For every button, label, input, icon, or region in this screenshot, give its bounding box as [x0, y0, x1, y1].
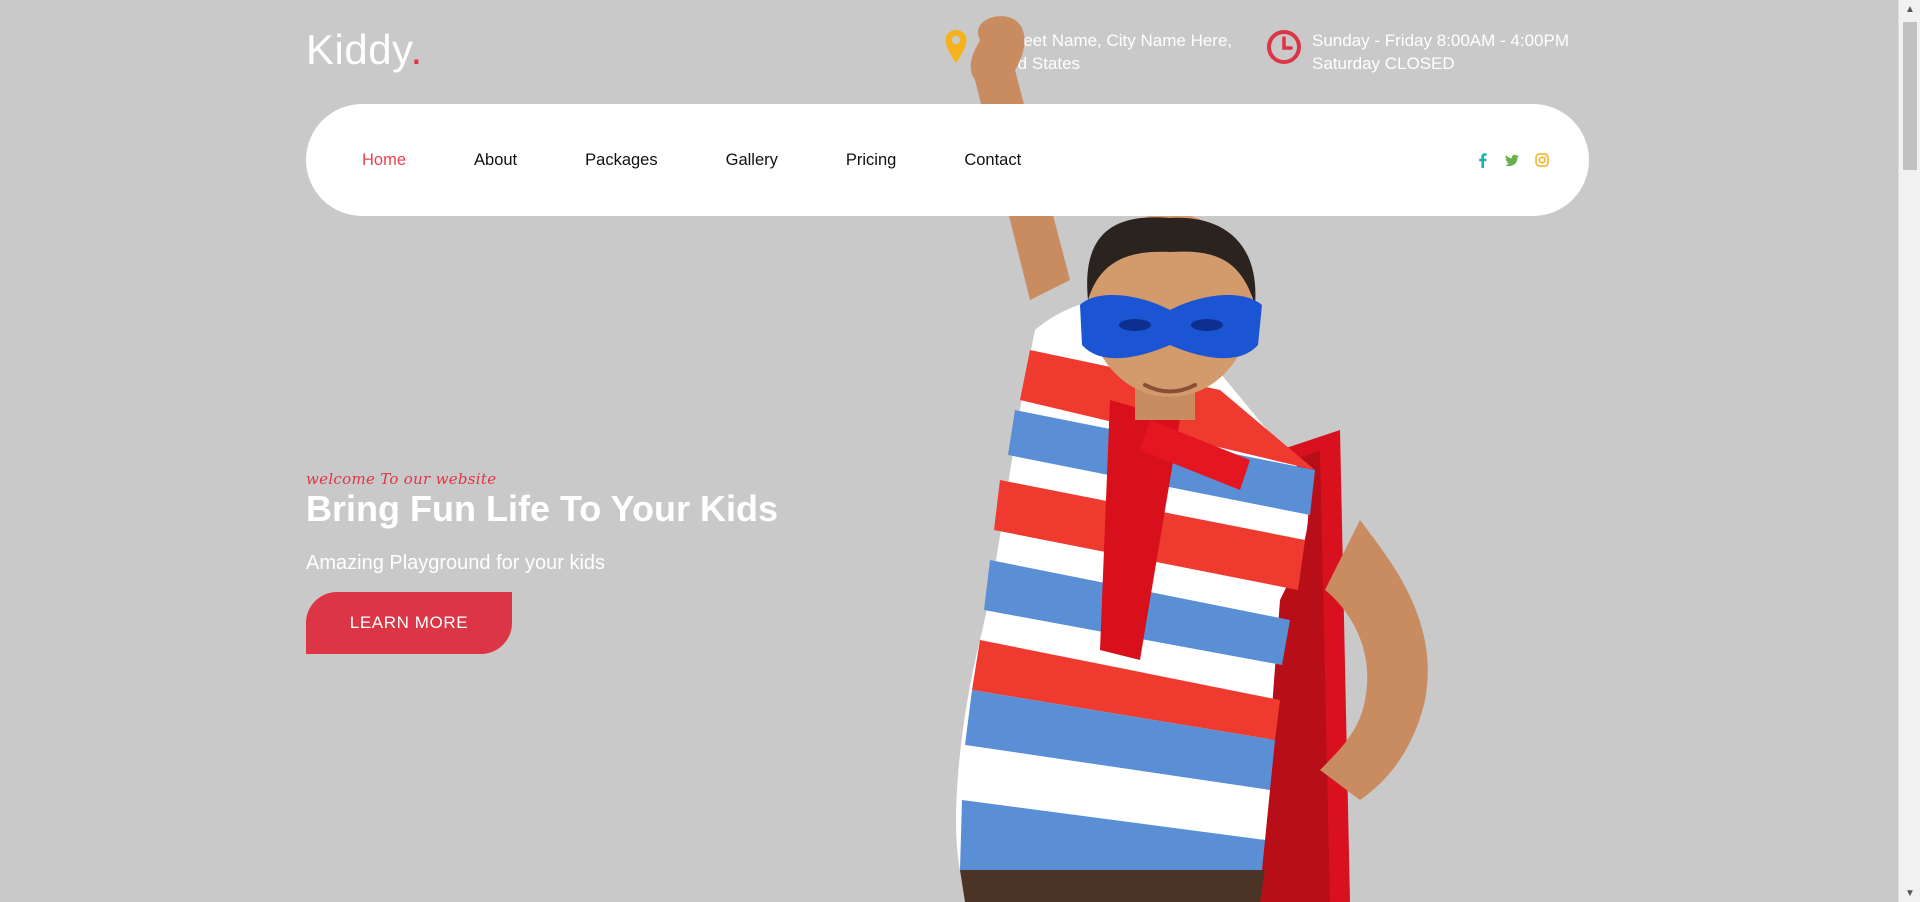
instagram-icon[interactable]	[1535, 153, 1549, 167]
scroll-down-arrow-icon[interactable]: ▼	[1899, 884, 1920, 902]
hero-title: Bring Fun Life To Your Kids	[306, 488, 778, 529]
nav-item-gallery[interactable]: Gallery	[726, 151, 778, 170]
hero-subtitle: Amazing Playground for your kids	[306, 552, 606, 574]
scroll-up-arrow-icon[interactable]: ▲	[1899, 0, 1920, 18]
nav-item-packages[interactable]: Packages	[585, 151, 657, 170]
scrollbar-thumb[interactable]	[1903, 22, 1917, 170]
twitter-icon[interactable]	[1505, 153, 1519, 167]
hero-tagline: welcome To our website	[306, 470, 497, 488]
facebook-icon[interactable]	[1475, 152, 1489, 168]
page-scrollbar[interactable]: ▲ ▼	[1898, 0, 1920, 902]
logo-dot: .	[410, 26, 423, 73]
main-navbar: Home About Packages Gallery Pricing Cont…	[306, 104, 1589, 216]
logo-text: Kiddy	[306, 26, 411, 73]
page: Kiddy. 34 Street Name, City Name Here, U…	[0, 0, 1898, 902]
learn-more-button[interactable]: LEARN MORE	[306, 592, 512, 654]
nav-menu: Home About Packages Gallery Pricing Cont…	[362, 104, 1089, 216]
site-logo[interactable]: Kiddy.	[306, 26, 423, 74]
nav-item-contact[interactable]: Contact	[964, 151, 1021, 170]
nav-item-about[interactable]: About	[474, 151, 517, 170]
nav-item-pricing[interactable]: Pricing	[846, 151, 896, 170]
nav-item-home[interactable]: Home	[362, 151, 406, 170]
social-links	[1475, 104, 1549, 216]
